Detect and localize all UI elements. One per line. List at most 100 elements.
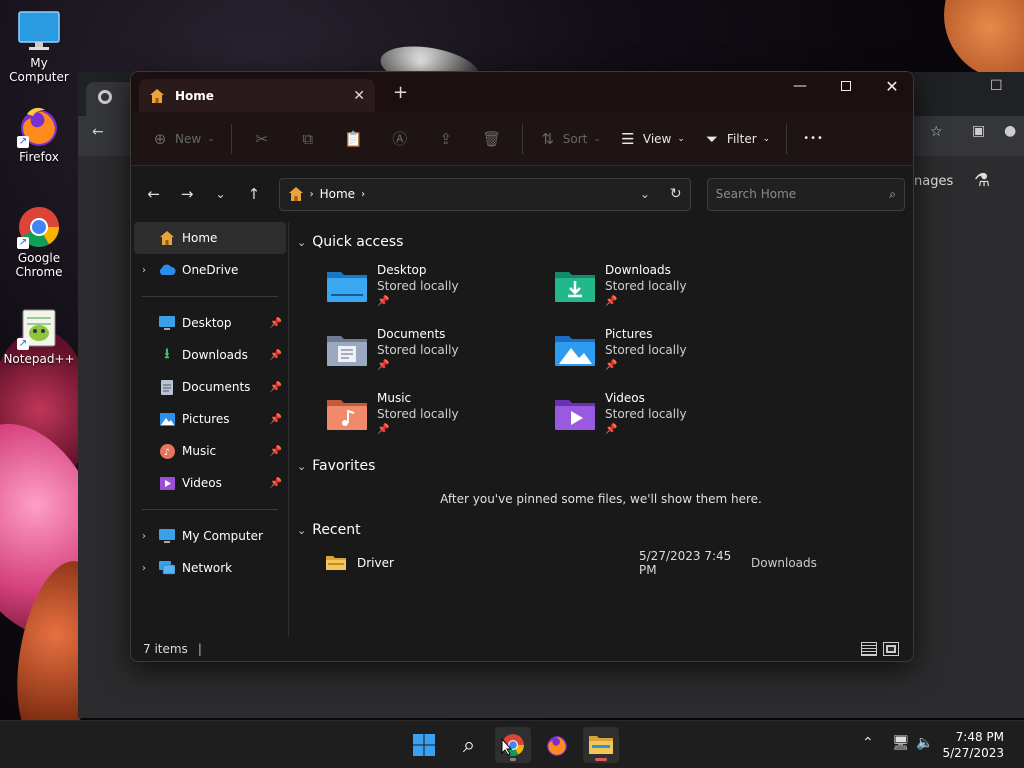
forward-button[interactable]: → [172, 179, 201, 209]
show-hidden-icons-chevron-icon[interactable]: ⌃ [862, 735, 874, 751]
pin-icon[interactable]: 📌 [270, 478, 282, 489]
breadcrumb-home[interactable]: Home [320, 187, 355, 201]
view-list-icon: ☰ [621, 129, 635, 148]
breadcrumb-separator-icon[interactable]: › [361, 189, 365, 200]
recent-locations-button[interactable]: ⌄ [206, 179, 235, 209]
refresh-icon[interactable]: ↻ [670, 186, 682, 202]
large-icons-view-icon[interactable] [883, 642, 899, 656]
details-view-icon[interactable] [861, 642, 877, 656]
quick-access-meta: Documents Stored locally 📌 [377, 326, 459, 374]
chrome-icon: ↗ [17, 205, 61, 249]
search-icon: ⌕ [889, 186, 896, 201]
quick-access-downloads[interactable]: Downloads Stored locally 📌 [553, 254, 781, 318]
chevron-right-icon[interactable]: › [142, 265, 152, 276]
section-title: Favorites [312, 458, 376, 474]
maximize-button[interactable] [823, 72, 869, 100]
file-explorer-icon [589, 736, 613, 754]
quick-access-music[interactable]: Music Stored locally 📌 [325, 382, 553, 446]
running-indicator [510, 758, 516, 761]
search-taskbar-button[interactable]: ⌕ [451, 727, 487, 763]
section-header-recent[interactable]: ⌄ Recent [297, 518, 905, 542]
pin-icon[interactable]: 📌 [270, 350, 282, 361]
section-header-favorites[interactable]: ⌄ Favorites [297, 454, 905, 478]
nav-item-music[interactable]: ♪ Music 📌 [134, 435, 286, 467]
toolbar-divider [786, 123, 788, 154]
chevron-right-icon[interactable]: › [142, 563, 152, 574]
delete-button[interactable]: 🗑 [472, 123, 512, 155]
clock[interactable]: 7:48 PM 5/27/2023 [942, 729, 1004, 761]
monitor-icon [17, 10, 61, 54]
favorites-empty-message: After you've pinned some files, we'll sh… [440, 492, 762, 506]
chevron-down-icon: ⌄ [297, 235, 307, 249]
arrow-left-icon: ← [147, 185, 160, 203]
desktop-icon-notepadpp[interactable]: ↗ Notepad++ [1, 306, 77, 366]
nav-item-label: Music [182, 444, 217, 458]
close-tab-icon[interactable]: ✕ [353, 88, 365, 104]
start-button[interactable] [406, 727, 442, 763]
pin-icon[interactable]: 📌 [270, 382, 282, 393]
back-icon[interactable]: ← [92, 124, 104, 140]
firefox-icon: ↗ [17, 104, 61, 148]
search-input[interactable] [715, 187, 890, 201]
nav-item-videos[interactable]: Videos 📌 [134, 467, 286, 499]
chevron-right-icon[interactable]: › [142, 531, 152, 542]
nav-item-my-computer[interactable]: › My Computer [134, 520, 286, 552]
nav-item-desktop[interactable]: Desktop 📌 [134, 307, 286, 339]
minimize-button[interactable]: — [777, 72, 823, 100]
taskbar-file-explorer[interactable] [583, 727, 619, 763]
nav-item-home[interactable]: Home [134, 222, 286, 254]
nav-item-network[interactable]: › Network [134, 552, 286, 584]
explorer-tab-home[interactable]: Home ✕ [139, 79, 375, 112]
desktop-icon-google-chrome[interactable]: ↗ Google Chrome [1, 205, 77, 279]
quick-access-pictures[interactable]: Pictures Stored locally 📌 [553, 318, 781, 382]
navigation-pane: Home › OneDrive Desktop 📌 ⭳ Downloads 📌 [131, 222, 289, 637]
pin-icon[interactable]: 📌 [270, 414, 282, 425]
quick-access-videos[interactable]: Videos Stored locally 📌 [553, 382, 781, 446]
pin-icon[interactable]: 📌 [270, 446, 282, 457]
sidepanel-icon[interactable]: ▣ [972, 123, 985, 139]
volume-icon[interactable]: 🔈 [916, 735, 933, 751]
search-box[interactable]: ⌕ [706, 177, 905, 211]
copy-button[interactable]: ⧉ [288, 123, 328, 155]
filter-icon: ⏷ [705, 129, 718, 148]
desktop-icon-firefox[interactable]: ↗ Firefox [1, 104, 77, 164]
nav-item-downloads[interactable]: ⭳ Downloads 📌 [134, 339, 286, 371]
folder-status: Stored locally [377, 407, 459, 421]
profile-icon[interactable]: ● [1004, 123, 1016, 139]
flask-icon[interactable]: ⚗ [974, 170, 990, 191]
address-bar[interactable]: › Home › ⌄ ↻ [278, 177, 691, 211]
address-history-chevron-icon[interactable]: ⌄ [640, 187, 650, 201]
quick-access-desktop[interactable]: Desktop Stored locally 📌 [325, 254, 553, 318]
pin-icon: 📌 [377, 360, 390, 371]
more-options-button[interactable]: ••• [797, 123, 830, 155]
nav-item-pictures[interactable]: Pictures 📌 [134, 403, 286, 435]
chrome-maximize-icon[interactable]: ☐ [990, 78, 1003, 94]
bookmark-star-icon[interactable]: ☆ [930, 124, 943, 140]
close-window-button[interactable]: ✕ [869, 72, 913, 100]
paste-button[interactable]: 📋 [334, 123, 374, 155]
shortcut-arrow-icon: ↗ [17, 338, 29, 350]
content-pane: ⌄ Quick access Desktop Stored locally 📌 … [289, 222, 913, 637]
new-tab-button[interactable]: + [393, 82, 408, 103]
new-button[interactable]: ⊕ New ⌄ [145, 123, 221, 155]
nav-item-documents[interactable]: Documents 📌 [134, 371, 286, 403]
recent-file-row[interactable]: Driver 5/27/2023 7:45 PM Downloads [325, 548, 905, 578]
share-button[interactable]: ⇪ [426, 123, 466, 155]
rename-button[interactable]: Ⓐ [380, 123, 420, 155]
section-header-quick-access[interactable]: ⌄ Quick access [297, 230, 905, 254]
desktop-icon-my-computer[interactable]: My Computer [1, 10, 77, 84]
filter-button[interactable]: ⏷ Filter ⌄ [697, 123, 776, 155]
taskbar-firefox[interactable] [539, 727, 575, 763]
nav-item-onedrive[interactable]: › OneDrive [134, 254, 286, 286]
network-tray-icon[interactable]: 🖥 [892, 735, 910, 751]
pin-icon[interactable]: 📌 [270, 318, 282, 329]
up-button[interactable]: ↑ [239, 179, 268, 209]
file-explorer-window[interactable]: Home ✕ + — ✕ ⊕ New ⌄ ✂ ⧉ 📋 Ⓐ ⇪ 🗑 ⇅ Sort … [130, 71, 914, 662]
quick-access-documents[interactable]: Documents Stored locally 📌 [325, 318, 553, 382]
pin-icon: 📌 [605, 424, 618, 435]
minimize-icon: — [793, 78, 807, 94]
cut-button[interactable]: ✂ [242, 123, 282, 155]
view-button[interactable]: ☰ View ⌄ [613, 123, 691, 155]
back-button[interactable]: ← [139, 179, 168, 209]
sort-button[interactable]: ⇅ Sort ⌄ [533, 123, 607, 155]
